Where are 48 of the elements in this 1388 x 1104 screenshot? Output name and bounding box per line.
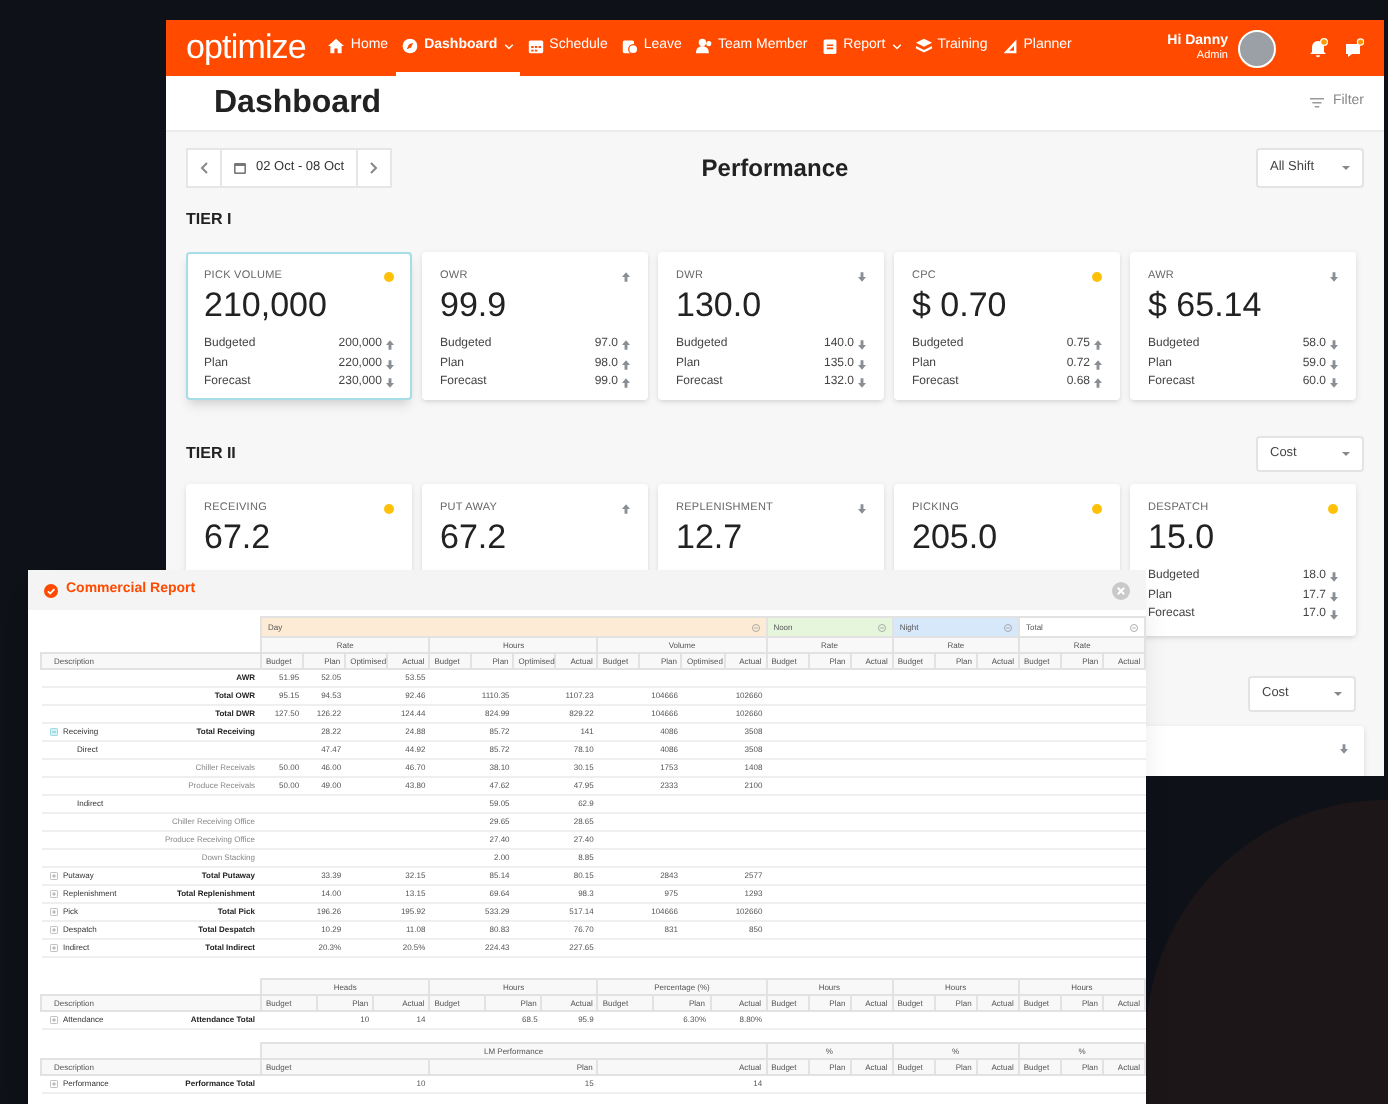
plus-square-icon[interactable]	[49, 1080, 57, 1088]
metric-value: 67.2	[204, 518, 273, 558]
chevron-right-icon	[370, 162, 379, 174]
avatar[interactable]	[1238, 29, 1276, 67]
collapse-icon[interactable]	[1130, 623, 1139, 631]
plus-square-icon[interactable]	[49, 872, 57, 880]
calendar-icon	[234, 162, 246, 174]
metric-value: 130.0	[676, 286, 764, 326]
metric-value: 99.9	[440, 286, 509, 326]
section-title: Performance	[699, 152, 851, 186]
tier-title: TIER I	[186, 210, 234, 230]
plus-square-icon[interactable]	[49, 908, 57, 916]
calendar-icon	[527, 38, 544, 54]
layers-icon	[915, 38, 932, 54]
compass-icon	[402, 38, 419, 54]
page-title: Dashboard	[214, 83, 382, 123]
next-button[interactable]	[356, 148, 393, 188]
caret-icon	[1342, 452, 1350, 456]
metric-value: 12.7	[676, 518, 745, 558]
previous-button[interactable]	[186, 148, 222, 188]
metric-value: $ 65.14	[1148, 286, 1264, 326]
check-circle-icon	[44, 583, 58, 597]
chat-icon[interactable]	[1344, 38, 1364, 58]
metric-value: 15.0	[1148, 518, 1217, 558]
calendar-clock-icon	[621, 38, 638, 54]
people-icon	[695, 38, 712, 54]
bell-icon[interactable]	[1308, 38, 1328, 58]
plus-square-icon[interactable]	[49, 944, 57, 952]
filter-icon	[1310, 98, 1325, 108]
caret-icon	[1341, 166, 1350, 170]
minus-square-icon[interactable]	[49, 728, 57, 736]
metric-value: 67.2	[440, 518, 509, 558]
metric-value: $ 0.70	[912, 286, 1009, 326]
collapse-icon[interactable]	[877, 623, 886, 631]
close-icon[interactable]	[1112, 581, 1130, 599]
logo: optimize	[186, 29, 306, 63]
plus-square-icon[interactable]	[49, 890, 57, 898]
metric-value: 210,000	[204, 286, 329, 326]
caret-icon	[1334, 692, 1342, 696]
home-icon	[328, 38, 345, 54]
plus-square-icon[interactable]	[49, 1016, 57, 1024]
clipboard-icon	[821, 38, 838, 54]
tier-title: TIER II	[186, 442, 236, 466]
collapse-icon[interactable]	[751, 623, 760, 631]
chevron-left-icon	[200, 162, 208, 174]
collapse-icon[interactable]	[1004, 623, 1012, 631]
plus-square-icon[interactable]	[49, 926, 57, 934]
metric-value: 205.0	[912, 518, 1000, 558]
